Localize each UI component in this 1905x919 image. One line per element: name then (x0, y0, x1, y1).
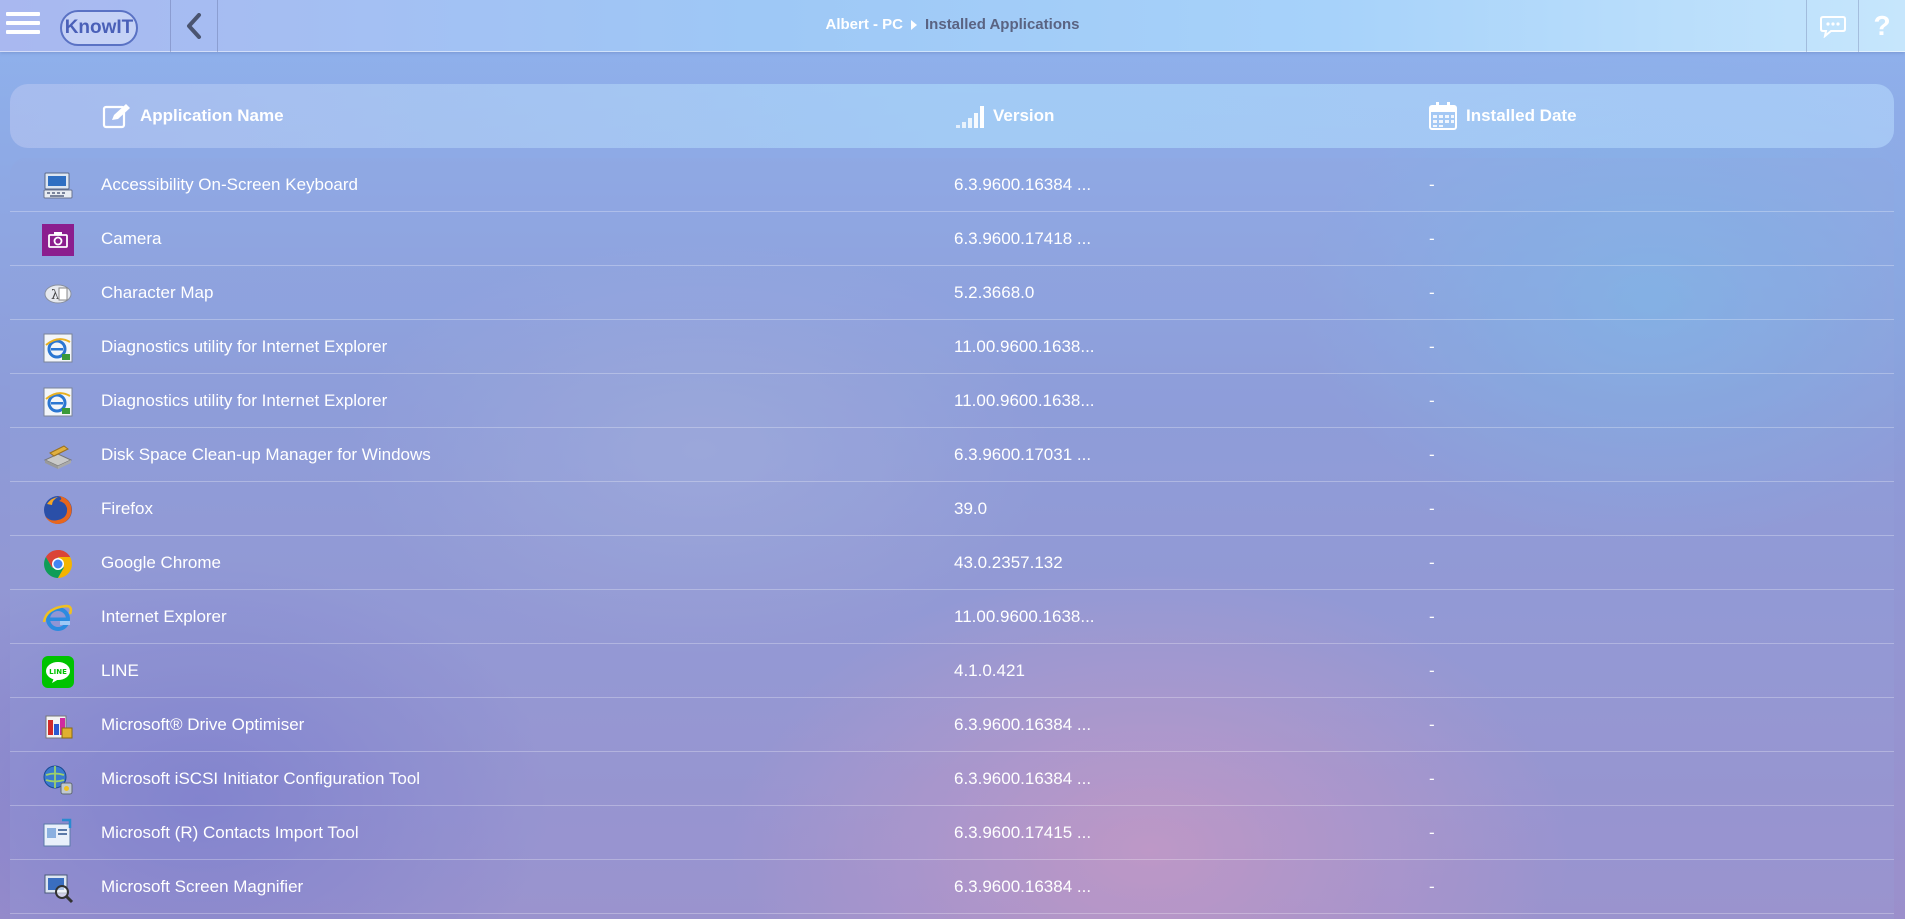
table-row[interactable]: Diagnostics utility for Internet Explore… (10, 374, 1894, 428)
firefox-icon (44, 496, 72, 524)
app-installed-date: - (1429, 552, 1435, 572)
app-installed-date: - (1429, 444, 1435, 464)
breadcrumb-host[interactable]: Albert - PC (826, 16, 904, 33)
app-version: 6.3.9600.17031 ... (954, 444, 1092, 464)
column-header-label: Version (993, 106, 1055, 125)
ie-diagnostics-icon (43, 333, 73, 363)
app-name: Microsoft® Drive Optimiser (101, 714, 305, 734)
app-name: Character Map (101, 282, 214, 302)
magnifier-icon (44, 874, 74, 904)
table-row[interactable]: Firefox 39.0 - (10, 482, 1894, 536)
app-installed-date: - (1429, 390, 1435, 410)
table-row[interactable]: Microsoft iSCSI Initiator Configuration … (10, 752, 1894, 806)
app-installed-date: - (1429, 336, 1435, 356)
app-version: 6.3.9600.16384 ... (954, 876, 1092, 896)
table-row[interactable]: λ Character Map 5.2.3668.0 - (10, 266, 1894, 320)
app-name: LINE (101, 660, 139, 680)
table-row[interactable]: Microsoft® Drive Optimiser 6.3.9600.1638… (10, 698, 1894, 752)
app-version: 11.00.9600.1638... (954, 390, 1095, 410)
app-version: 11.00.9600.1638... (954, 336, 1095, 356)
help-icon[interactable]: ? (1858, 0, 1905, 52)
breadcrumb-arrow-icon (911, 20, 918, 31)
app-installed-date: - (1429, 768, 1435, 788)
app-name: Diagnostics utility for Internet Explore… (101, 336, 388, 356)
app-installed-date: - (1429, 498, 1435, 518)
table-row[interactable]: Microsoft (R) Contacts Import Tool 6.3.9… (10, 806, 1894, 860)
app-version: 6.3.9600.16384 ... (954, 768, 1092, 788)
app-version: 11.00.9600.1638... (954, 606, 1095, 626)
app-name: Camera (101, 228, 162, 248)
app-version: 6.3.9600.16384 ... (954, 174, 1092, 194)
signal-bars-icon (956, 106, 984, 128)
chrome-icon (44, 550, 72, 578)
column-header-label: Installed Date (1466, 106, 1577, 125)
character-map-icon: λ (44, 284, 72, 304)
chat-bubble-icon (1819, 16, 1846, 38)
svg-text:LINE: LINE (49, 668, 67, 676)
iscsi-icon (43, 765, 73, 795)
app-installed-date: - (1429, 174, 1435, 194)
keyboard-icon (43, 172, 73, 199)
table-row[interactable]: Accessibility On-Screen Keyboard 6.3.960… (10, 158, 1894, 212)
app-version: 43.0.2357.132 (954, 552, 1063, 572)
app-installed-date: - (1429, 606, 1435, 626)
app-name: Microsoft iSCSI Initiator Configuration … (101, 768, 421, 788)
app-version: 5.2.3668.0 (954, 282, 1035, 302)
app-installed-date: - (1429, 822, 1435, 842)
column-header-installed-date[interactable]: Installed Date (1428, 84, 1577, 148)
line-icon: LINE (42, 656, 74, 688)
table-row[interactable]: LINE LINE 4.1.0.421 - (10, 644, 1894, 698)
app-name: Google Chrome (101, 552, 222, 572)
app-name: Internet Explorer (101, 606, 227, 626)
camera-icon (42, 224, 74, 256)
app-name: Microsoft (R) Contacts Import Tool (101, 822, 359, 842)
table-row[interactable]: Diagnostics utility for Internet Explore… (10, 320, 1894, 374)
table-row[interactable]: Camera 6.3.9600.17418 ... - (10, 212, 1894, 266)
app-installed-date: - (1429, 714, 1435, 734)
top-bar: KnowIT Albert - PC Installed Applications… (0, 0, 1905, 52)
app-name: Microsoft Screen Magnifier (101, 876, 304, 896)
drive-optimiser-icon (45, 715, 73, 739)
calendar-icon (1429, 102, 1457, 130)
applications-table: Accessibility On-Screen Keyboard 6.3.960… (10, 158, 1894, 919)
app-installed-date: - (1429, 228, 1435, 248)
table-row[interactable]: Internet Explorer 11.00.9600.1638... - (10, 590, 1894, 644)
breadcrumb-current-page: Installed Applications (925, 16, 1080, 33)
app-name: Diagnostics utility for Internet Explore… (101, 390, 388, 410)
table-row[interactable]: Microsoft Screen Magnifier 6.3.9600.1638… (10, 860, 1894, 914)
app-name: Accessibility On-Screen Keyboard (101, 174, 359, 194)
ie-diagnostics-icon (43, 387, 73, 417)
edit-icon (102, 104, 130, 129)
column-header-label: Application Name (140, 106, 284, 125)
svg-text:λ: λ (51, 288, 59, 303)
app-name: Disk Space Clean-up Manager for Windows (101, 444, 431, 464)
breadcrumb: Albert - PC Installed Applications (0, 16, 1905, 33)
app-version: 6.3.9600.17415 ... (954, 822, 1092, 842)
app-version: 4.1.0.421 (954, 660, 1025, 680)
app-version: 39.0 (954, 498, 988, 518)
internet-explorer-icon (42, 604, 73, 631)
disk-cleanup-icon (43, 445, 73, 469)
app-version: 6.3.9600.17418 ... (954, 228, 1092, 248)
chat-button[interactable] (1806, 0, 1858, 52)
app-version: 6.3.9600.16384 ... (954, 714, 1092, 734)
column-header-bar: Application Name Version Installed Date (10, 84, 1894, 148)
app-installed-date: - (1429, 876, 1435, 896)
column-header-version[interactable]: Version (955, 84, 1054, 148)
app-installed-date: - (1429, 282, 1435, 302)
table-row[interactable]: Disk Space Clean-up Manager for Windows … (10, 428, 1894, 482)
table-row[interactable]: Google Chrome 43.0.2357.132 - (10, 536, 1894, 590)
app-name: Firefox (101, 498, 153, 518)
app-installed-date: - (1429, 660, 1435, 680)
contacts-import-icon (43, 818, 72, 847)
column-header-application-name[interactable]: Application Name (102, 84, 284, 148)
